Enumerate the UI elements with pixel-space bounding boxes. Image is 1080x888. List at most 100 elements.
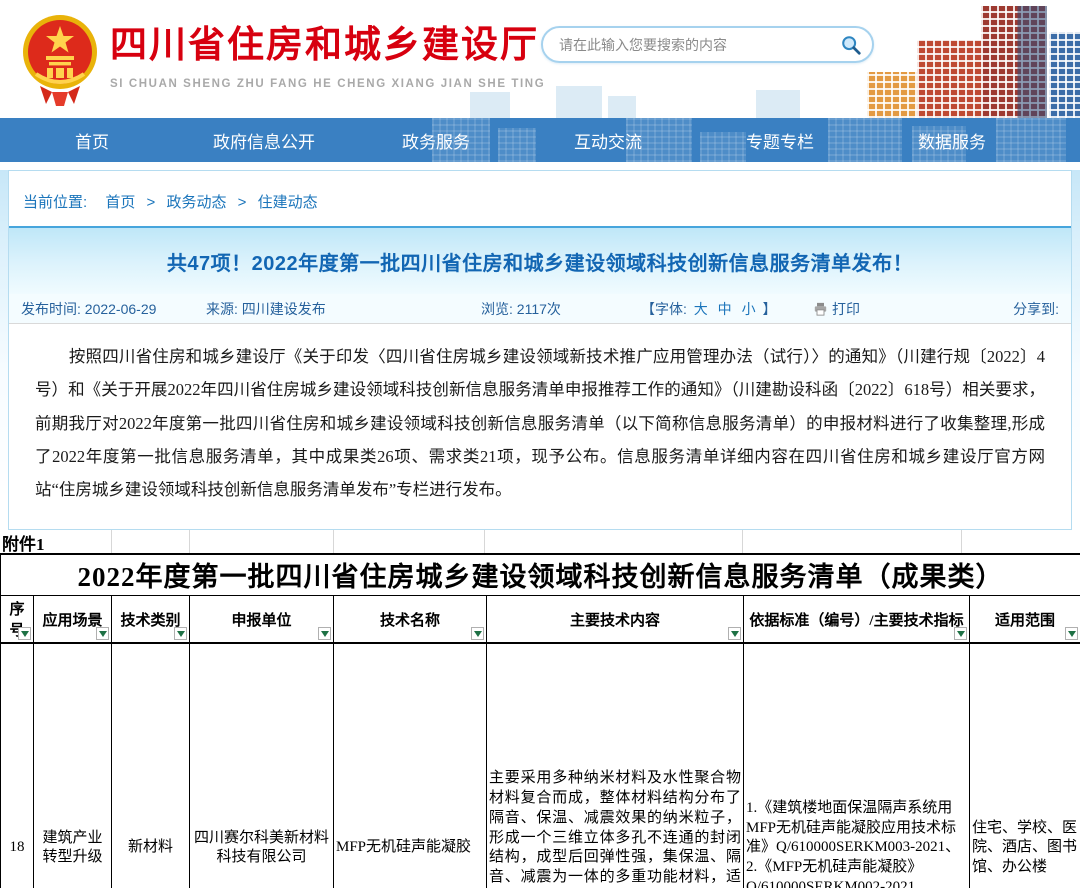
breadcrumb-separator: > — [147, 194, 156, 211]
font-size-large-button[interactable]: 大 — [694, 301, 708, 317]
font-size-medium-button[interactable]: 中 — [718, 301, 732, 317]
search-input[interactable] — [543, 37, 840, 53]
article-meta-bar: 发布时间: 2022-06-29 来源: 四川建设发布 浏览: 2117次 【字… — [9, 294, 1071, 324]
search-icon — [840, 34, 862, 56]
table-title-row: 2022年度第一批四川省住房城乡建设领域科技创新信息服务清单（成果类） — [1, 554, 1080, 596]
filter-dropdown-icon[interactable] — [96, 627, 109, 640]
col-header-category-label: 技术类别 — [120, 613, 180, 629]
publish-date-value: 2022-06-29 — [85, 301, 157, 317]
source-label: 来源: — [206, 301, 238, 317]
col-header-scope[interactable]: 适用范围 — [970, 596, 1080, 644]
col-header-tech-name[interactable]: 技术名称 — [334, 596, 487, 644]
national-emblem-logo[interactable] — [22, 8, 98, 108]
printer-icon — [813, 302, 828, 316]
standard-line-1: 1.《建筑楼地面保温隔声系统用MFP无机硅声能凝胶应用技术标准》Q/610000… — [746, 799, 967, 858]
filter-dropdown-icon[interactable] — [728, 627, 741, 640]
article-title-block: 共47项！2022年度第一批四川省住房和城乡建设领域科技创新信息服务清单发布！ — [9, 226, 1071, 294]
col-header-scope-label: 适用范围 — [995, 613, 1055, 629]
font-size-control: 【字体: 大 中 小 】 — [641, 299, 813, 319]
cell-org: 四川赛尔科美新材料科技有限公司 — [190, 643, 334, 888]
building-tall — [981, 6, 1047, 118]
background-building — [756, 90, 800, 118]
breadcrumb-current-link[interactable]: 住建动态 — [258, 194, 318, 211]
col-header-org[interactable]: 申报单位 — [190, 596, 334, 644]
header-buildings-illustration — [865, 0, 1080, 118]
share-label: 分享到: — [1013, 299, 1059, 319]
font-size-small-button[interactable]: 小 — [742, 301, 756, 317]
page-body: 当前位置: 首页 > 政务动态 > 住建动态 共47项！2022年度第一批四川省… — [0, 170, 1080, 888]
page: 四川省住房和城乡建设厅 SI CHUAN SHENG ZHU FANG HE C… — [0, 0, 1080, 888]
col-header-tech-name-label: 技术名称 — [380, 613, 440, 629]
cell-scene: 建筑产业转型升级 — [34, 643, 112, 888]
cell-standards: 1.《建筑楼地面保温隔声系统用MFP无机硅声能凝胶应用技术标准》Q/610000… — [744, 643, 970, 888]
cell-scope: 住宅、学校、医院、酒店、图书馆、办公楼 — [970, 643, 1080, 888]
col-header-standards[interactable]: 依据标准（编号）/主要技术指标 — [744, 596, 970, 644]
print-button[interactable]: 打印 — [832, 299, 860, 319]
col-header-category[interactable]: 技术类别 — [112, 596, 190, 644]
background-building — [556, 86, 602, 118]
article-source: 来源: 四川建设发布 — [206, 299, 481, 319]
breadcrumb-news-link[interactable]: 政务动态 — [166, 194, 226, 211]
standard-line-2: 2.《MFP无机硅声能凝胶》Q/610000SERKM002-2021 — [746, 858, 967, 888]
view-count: 浏览: 2117次 — [481, 299, 641, 319]
article-title: 共47项！2022年度第一批四川省住房和城乡建设领域科技创新信息服务清单发布！ — [167, 247, 913, 276]
filter-dropdown-icon[interactable] — [174, 627, 187, 640]
grid-line — [484, 530, 485, 553]
grid-line — [333, 530, 334, 553]
font-label-start: 【字体: — [641, 301, 687, 317]
building-blue — [1049, 32, 1080, 118]
nav-item-gov-info[interactable]: 政府信息公开 — [178, 128, 350, 153]
publish-time-label: 发布时间: — [21, 301, 81, 317]
table-row: 18 建筑产业转型升级 新材料 四川赛尔科美新材料科技有限公司 MFP无机硅声能… — [1, 643, 1080, 888]
national-emblem-icon — [22, 8, 98, 108]
col-header-standards-label: 依据标准（编号）/主要技术指标 — [749, 613, 963, 629]
nav-item-services[interactable]: 政务服务 — [350, 128, 522, 153]
site-title: 四川省住房和城乡建设厅 — [110, 14, 545, 68]
grid-line — [189, 530, 190, 553]
filter-dropdown-icon[interactable] — [1065, 627, 1078, 640]
site-header: 四川省住房和城乡建设厅 SI CHUAN SHENG ZHU FANG HE C… — [0, 0, 1080, 118]
breadcrumb-separator: > — [238, 194, 247, 211]
table-title: 2022年度第一批四川省住房城乡建设领域科技创新信息服务清单（成果类） — [1, 554, 1080, 596]
views-label: 浏览: — [481, 301, 513, 317]
background-building — [470, 92, 510, 118]
search-box — [541, 26, 874, 63]
nav-item-data-services[interactable]: 数据服务 — [866, 128, 1038, 153]
col-header-seq[interactable]: 序号 — [1, 596, 34, 644]
results-table: 2022年度第一批四川省住房城乡建设领域科技创新信息服务清单（成果类） 序号 应… — [0, 553, 1080, 888]
col-header-scene[interactable]: 应用场景 — [34, 596, 112, 644]
filter-dropdown-icon[interactable] — [954, 627, 967, 640]
col-header-content-label: 主要技术内容 — [570, 613, 660, 629]
background-building — [608, 96, 636, 118]
attachment-label: 附件1 — [2, 535, 45, 554]
nav-item-home[interactable]: 首页 — [6, 128, 178, 153]
cell-tech-name: MFP无机硅声能凝胶 — [334, 643, 487, 888]
grid-line — [111, 530, 112, 553]
attachment-label-row: 附件1 — [0, 530, 1080, 553]
cell-seq: 18 — [1, 643, 34, 888]
col-header-content[interactable]: 主要技术内容 — [487, 596, 744, 644]
cell-content: 主要采用多种纳米材料及水性聚合物材料复合而成，整体材料结构分布了隔音、保温、减震… — [487, 643, 744, 888]
filter-dropdown-icon[interactable] — [471, 627, 484, 640]
breadcrumb-home-link[interactable]: 首页 — [105, 194, 135, 211]
publish-time: 发布时间: 2022-06-29 — [21, 299, 206, 319]
breadcrumb-label: 当前位置: — [23, 194, 87, 211]
print-control[interactable]: 打印 — [813, 299, 1013, 319]
nav-item-special-topics[interactable]: 专题专栏 — [694, 128, 866, 153]
building-red — [917, 40, 983, 118]
views-value: 2117次 — [517, 301, 561, 317]
col-header-org-label: 申报单位 — [231, 613, 291, 629]
building-orange — [867, 72, 919, 118]
filter-dropdown-icon[interactable] — [18, 627, 31, 640]
col-header-scene-label: 应用场景 — [42, 613, 102, 629]
table-header-row: 序号 应用场景 技术类别 申报单位 技术名称 — [1, 596, 1080, 644]
source-value: 四川建设发布 — [242, 301, 326, 317]
cell-category: 新材料 — [112, 643, 190, 888]
site-subtitle: SI CHUAN SHENG ZHU FANG HE CHENG XIANG J… — [110, 78, 545, 90]
grid-line — [961, 530, 962, 553]
content-panel: 当前位置: 首页 > 政务动态 > 住建动态 共47项！2022年度第一批四川省… — [8, 170, 1072, 530]
nav-item-interaction[interactable]: 互动交流 — [522, 128, 694, 153]
article-body-paragraph: 按照四川省住房和城乡建设厅《关于印发〈四川省住房城乡建设领域新技术推广应用管理办… — [9, 324, 1071, 529]
filter-dropdown-icon[interactable] — [318, 627, 331, 640]
main-nav: 首页 政府信息公开 政务服务 互动交流 专题专栏 数据服务 — [0, 118, 1080, 162]
